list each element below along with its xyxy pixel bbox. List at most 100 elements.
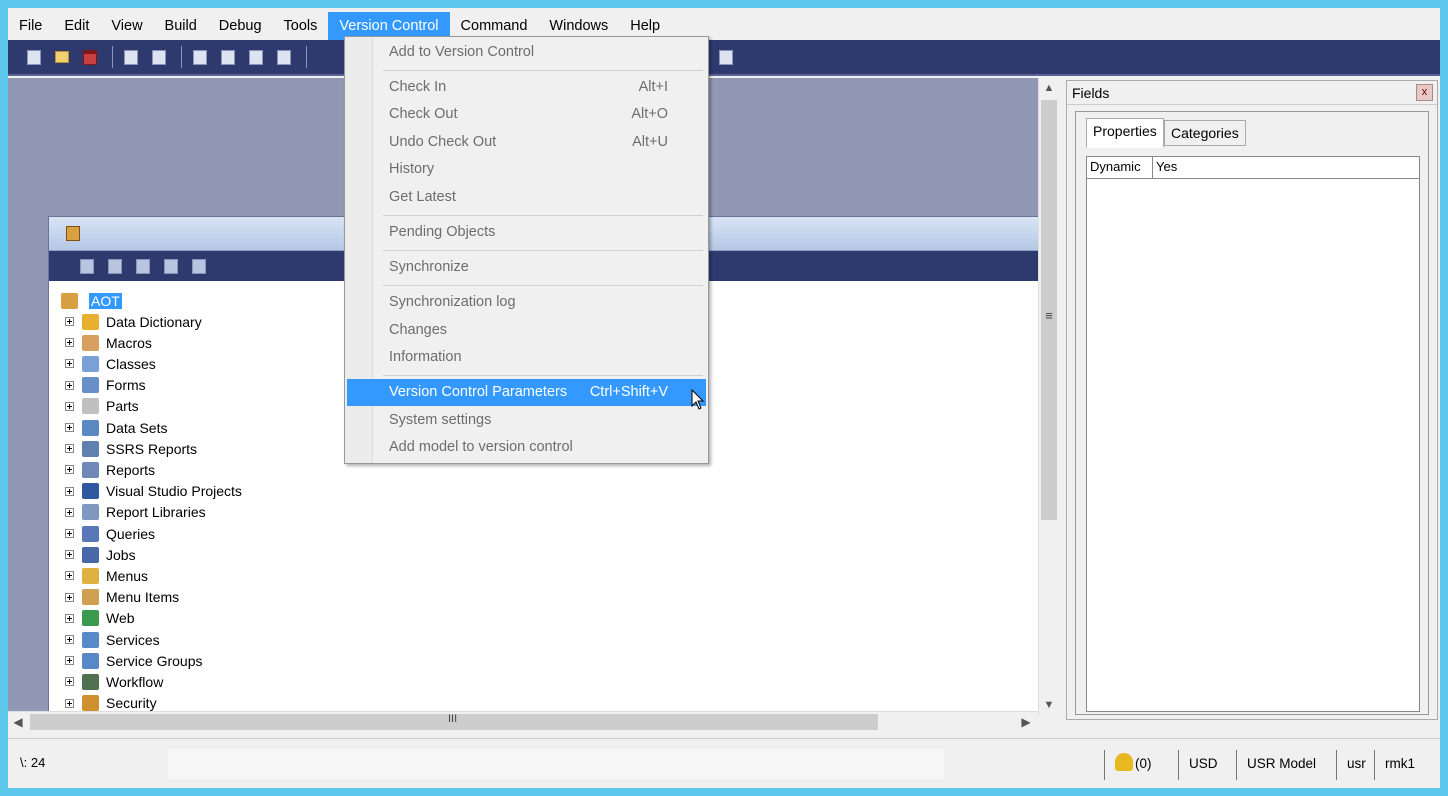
horizontal-scrollbar[interactable]: ◀ III ▶	[8, 711, 1038, 731]
tree-node[interactable]: Menus	[65, 565, 148, 586]
scroll-right-arrow-icon[interactable]: ▶	[1016, 712, 1036, 732]
expand-plus-icon[interactable]	[65, 592, 74, 602]
tree-node[interactable]: Forms	[65, 375, 146, 396]
menu-view[interactable]: View	[100, 12, 153, 40]
expand-plus-icon[interactable]	[65, 507, 74, 517]
expand-plus-icon[interactable]	[65, 635, 74, 644]
status-message-area	[168, 749, 944, 779]
menu-file[interactable]: File	[8, 12, 53, 40]
tree-node-label: Security	[106, 695, 157, 712]
expand-plus-icon[interactable]	[65, 359, 74, 369]
notifications-status[interactable]: (0)	[1104, 750, 1162, 780]
tree-node[interactable]: SSRS Reports	[65, 438, 197, 459]
paste-icon[interactable]	[274, 48, 294, 66]
menu-edit[interactable]: Edit	[53, 12, 100, 40]
scroll-left-arrow-icon[interactable]: ◀	[8, 712, 28, 732]
menu-item-check-in[interactable]: Check In Alt+I	[347, 74, 706, 101]
expand-plus-icon[interactable]	[65, 401, 74, 411]
vertical-scrollbar[interactable]: ▲ ≡ ▼	[1038, 78, 1058, 715]
menu-item-changes[interactable]: Changes	[347, 317, 706, 344]
menu-item-history[interactable]: History	[347, 156, 706, 183]
tree-node[interactable]: Workflow	[65, 671, 163, 692]
company-status[interactable]: rmk1	[1374, 750, 1425, 780]
expand-plus-icon[interactable]	[65, 613, 74, 623]
save-icon[interactable]	[80, 48, 100, 66]
expand-plus-icon[interactable]	[65, 656, 74, 666]
scroll-grip-icon: ≡	[1045, 308, 1053, 323]
menu-item-version-control-parameters[interactable]: Version Control Parameters Ctrl+Shift+V	[347, 379, 706, 406]
menu-debug[interactable]: Debug	[208, 12, 273, 40]
tree-node[interactable]: Report Libraries	[65, 502, 206, 523]
menu-tools[interactable]: Tools	[273, 12, 329, 40]
menu-item-pending-objects[interactable]: Pending Objects	[347, 219, 706, 246]
tree-node[interactable]: Service Groups	[65, 650, 202, 671]
tree-node[interactable]: Data Dictionary	[65, 311, 202, 332]
refresh-icon[interactable]	[189, 257, 209, 275]
menu-item-add-to-version-control[interactable]: Add to Version Control	[347, 39, 706, 66]
tree-node[interactable]: Reports	[65, 459, 155, 480]
tree-node[interactable]: Services	[65, 629, 160, 650]
menu-item-system-settings[interactable]: System settings	[347, 407, 706, 434]
expand-plus-icon[interactable]	[65, 571, 74, 581]
expand-plus-icon[interactable]	[65, 465, 74, 475]
forms-icon	[82, 377, 99, 394]
tab-properties[interactable]: Properties	[1086, 118, 1164, 148]
properties-icon[interactable]	[190, 48, 210, 66]
menu-item-synchronization-log[interactable]: Synchronization log	[347, 289, 706, 316]
properties-icon[interactable]	[105, 257, 125, 275]
menus-icon	[82, 567, 99, 584]
currency-status[interactable]: USD	[1178, 750, 1228, 780]
tree-node[interactable]: Data Sets	[65, 417, 167, 438]
open-icon[interactable]	[77, 257, 97, 275]
new-document-icon[interactable]	[24, 48, 44, 66]
import-icon[interactable]	[161, 257, 181, 275]
tree-node-label: Forms	[106, 377, 146, 394]
menu-item-check-out[interactable]: Check Out Alt+O	[347, 101, 706, 128]
expand-plus-icon[interactable]	[65, 698, 74, 708]
expand-plus-icon[interactable]	[65, 317, 74, 326]
expand-plus-icon[interactable]	[65, 550, 74, 560]
tab-categories[interactable]: Categories	[1164, 120, 1246, 146]
expand-plus-icon[interactable]	[65, 423, 74, 432]
close-icon[interactable]: x	[1416, 84, 1433, 101]
layer-status[interactable]: usr	[1336, 750, 1376, 780]
property-row[interactable]: Dynamic Yes	[1087, 157, 1419, 179]
expand-plus-icon[interactable]	[65, 338, 74, 348]
scroll-down-arrow-icon[interactable]: ▼	[1039, 695, 1059, 715]
tree-root-node[interactable]: AOT	[61, 291, 122, 311]
tree-node[interactable]: Web	[65, 608, 135, 629]
tree-node[interactable]: Parts	[65, 396, 139, 417]
copy-icon[interactable]	[246, 48, 266, 66]
print-preview-icon[interactable]	[149, 48, 169, 66]
expand-plus-icon[interactable]	[65, 677, 74, 687]
tree-node-label: Report Libraries	[106, 504, 206, 521]
compile-icon[interactable]	[133, 257, 153, 275]
menu-item-information[interactable]: Information	[347, 344, 706, 371]
tree-node[interactable]: Macros	[65, 332, 152, 353]
print-icon[interactable]	[121, 48, 141, 66]
tree-root-label[interactable]: AOT	[89, 293, 122, 309]
menu-item-get-latest[interactable]: Get Latest	[347, 184, 706, 211]
expand-plus-icon[interactable]	[65, 486, 74, 496]
tree-node[interactable]: Queries	[65, 523, 155, 544]
cut-icon[interactable]	[218, 48, 238, 66]
layout-icon[interactable]	[716, 48, 736, 66]
tree-node-label: Menu Items	[106, 589, 180, 606]
tree-node[interactable]: Classes	[65, 353, 156, 374]
tree-node-label: Classes	[106, 355, 156, 372]
expand-plus-icon[interactable]	[65, 444, 74, 454]
bell-icon	[1115, 753, 1133, 771]
expand-plus-icon[interactable]	[65, 529, 74, 538]
scroll-up-arrow-icon[interactable]: ▲	[1039, 78, 1059, 98]
menu-item-undo-check-out[interactable]: Undo Check Out Alt+U	[347, 129, 706, 156]
menu-item-synchronize[interactable]: Synchronize	[347, 254, 706, 281]
tree-node[interactable]: Visual Studio Projects	[65, 481, 242, 502]
property-value[interactable]: Yes	[1153, 157, 1180, 178]
tree-node[interactable]: Menu Items	[65, 587, 179, 608]
open-folder-icon[interactable]	[52, 48, 72, 66]
tree-node[interactable]: Jobs	[65, 544, 136, 565]
menu-item-add-model-to-version-control[interactable]: Add model to version control	[347, 434, 706, 461]
menu-build[interactable]: Build	[154, 12, 208, 40]
model-status[interactable]: USR Model	[1236, 750, 1326, 780]
expand-plus-icon[interactable]	[65, 380, 74, 390]
